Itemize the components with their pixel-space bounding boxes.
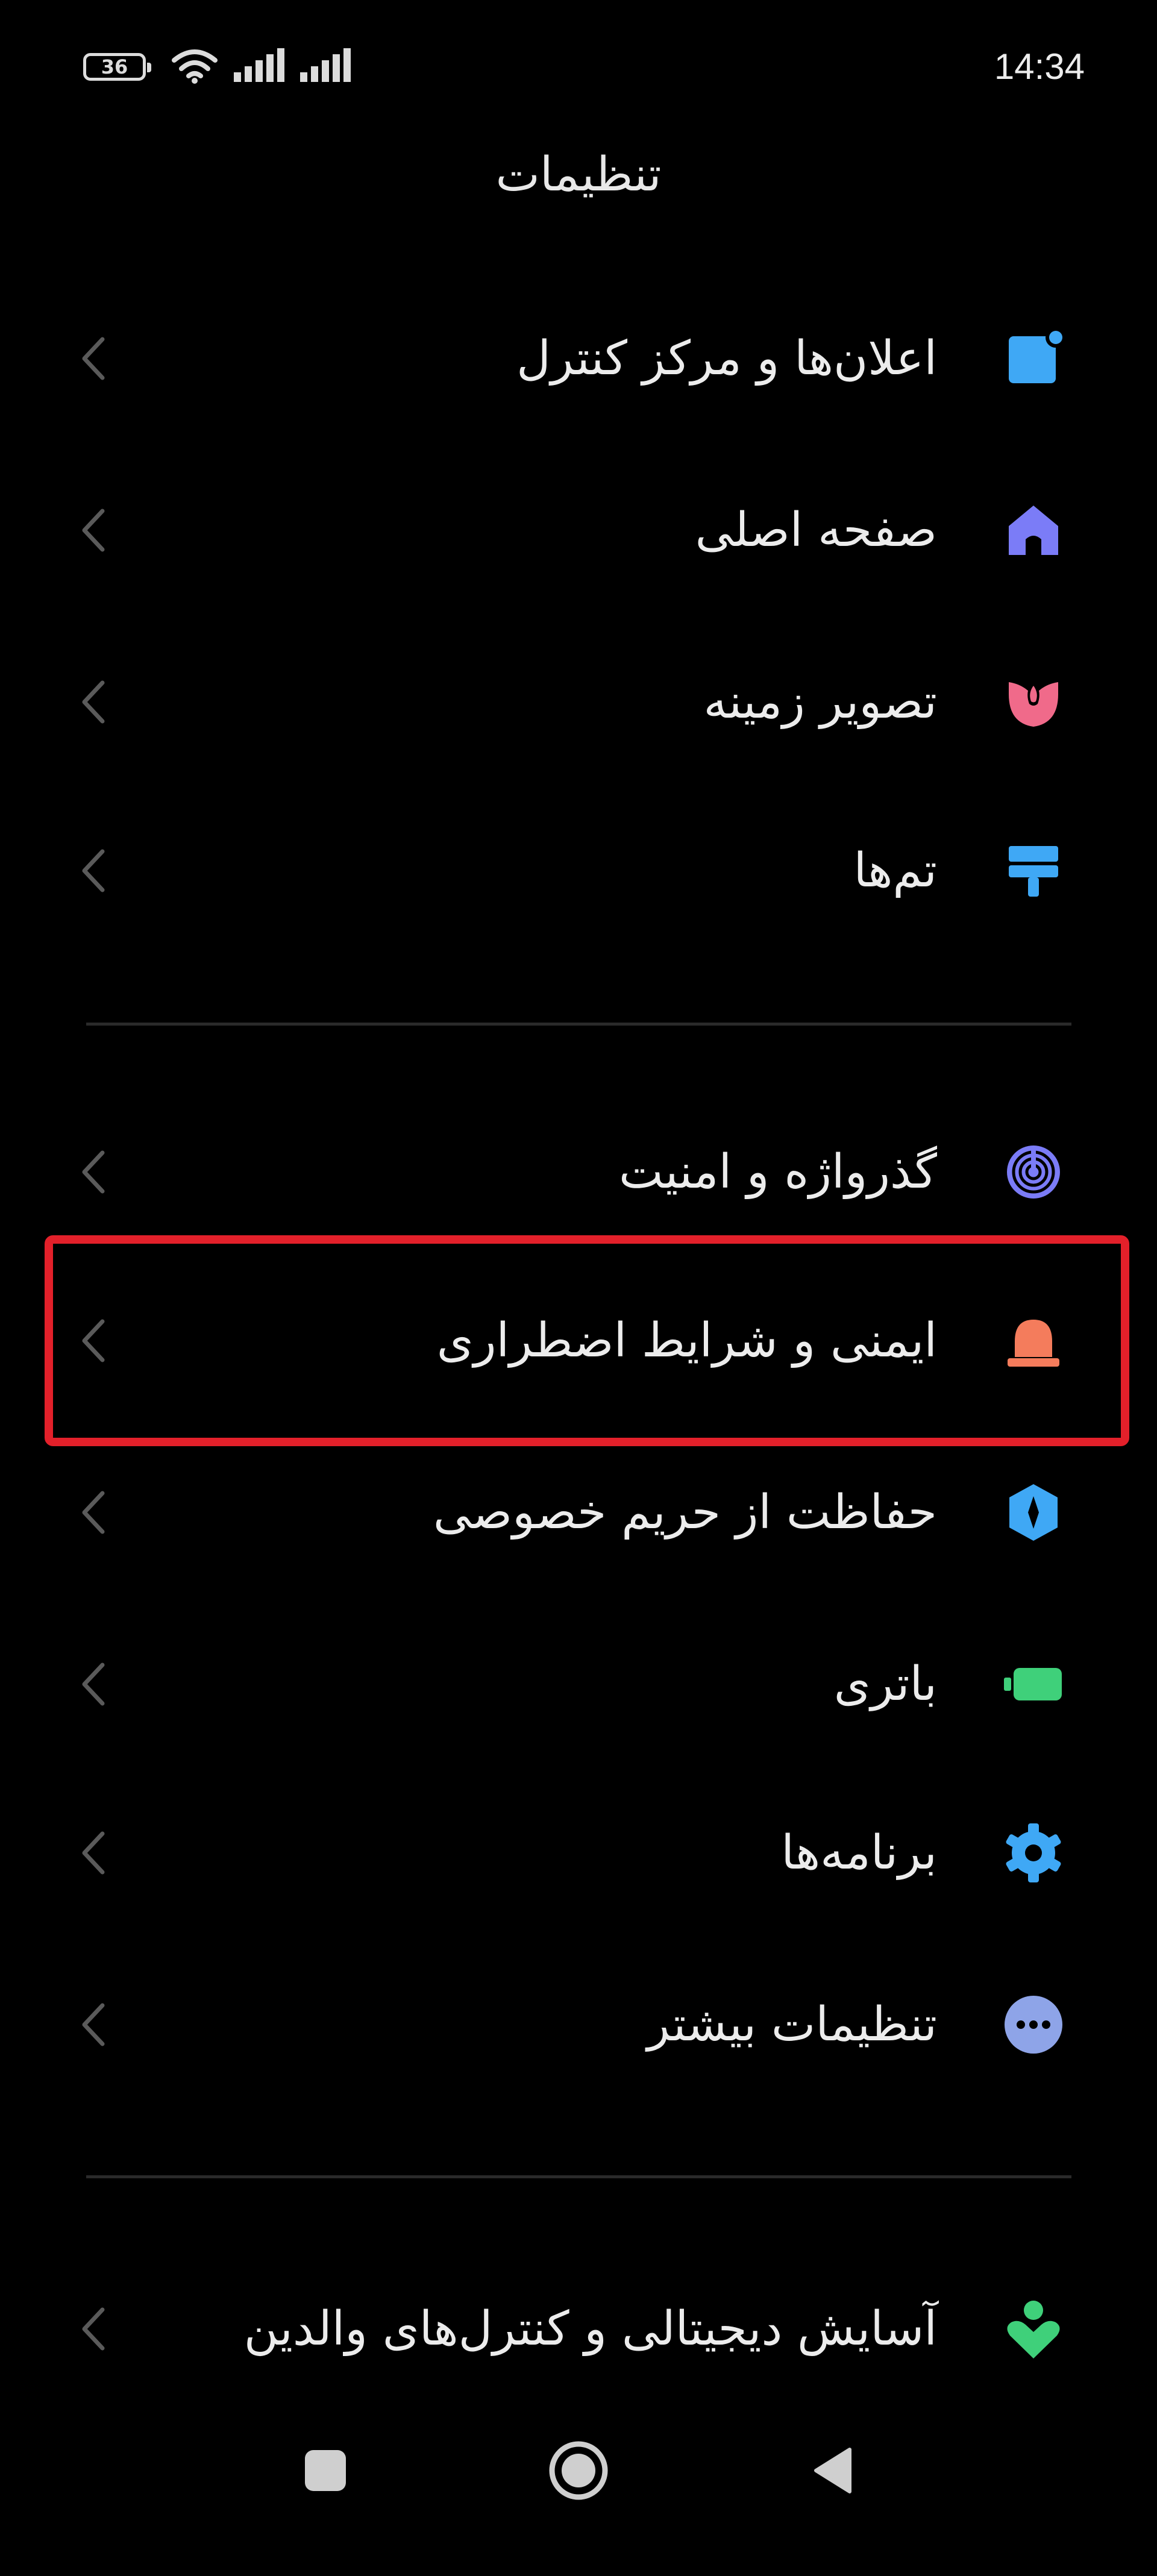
settings-item-battery[interactable]: باتری <box>0 1624 1157 1744</box>
home-button[interactable] <box>539 2431 618 2510</box>
status-bar: 36 14:34 <box>0 0 1157 133</box>
square-icon <box>305 2450 346 2491</box>
chevron-left-icon <box>82 1491 105 1534</box>
privacy-shield-icon <box>1000 1479 1067 1546</box>
signal-strength-icon <box>300 48 351 82</box>
home-icon <box>1000 497 1067 563</box>
chevron-left-icon <box>82 2307 105 2351</box>
circle-home-icon <box>549 2441 608 2500</box>
settings-item-label: صفحه اصلی <box>695 503 937 557</box>
chevron-left-icon <box>82 1150 105 1194</box>
settings-item-home-screen[interactable]: صفحه اصلی <box>0 470 1157 591</box>
navigation-bar <box>0 2374 1157 2573</box>
settings-item-label: باتری <box>833 1657 937 1711</box>
settings-item-apps[interactable]: برنامه‌ها <box>0 1793 1157 1913</box>
recent-apps-button[interactable] <box>286 2431 365 2510</box>
more-dots-icon <box>1000 1992 1067 2058</box>
battery-icon <box>1000 1651 1067 1717</box>
highlight-box <box>45 1235 1129 1446</box>
chevron-left-icon <box>82 1662 105 1706</box>
gear-icon <box>1000 1820 1067 1886</box>
status-time: 14:34 <box>994 46 1085 87</box>
section-divider <box>86 1023 1071 1026</box>
battery-level: 36 <box>101 55 128 78</box>
back-triangle-icon <box>814 2448 851 2493</box>
settings-item-themes[interactable]: تم‌ها <box>0 810 1157 931</box>
settings-item-passwords-security[interactable]: گذرواژه و امنیت <box>0 1112 1157 1232</box>
settings-item-label: تصویر زمینه <box>703 675 937 729</box>
flower-icon <box>1000 669 1067 735</box>
settings-item-privacy-protection[interactable]: حفاظت از حریم خصوصی <box>0 1452 1157 1573</box>
wifi-icon <box>172 49 218 84</box>
settings-item-label: آسایش دیجیتالی و کنترل‌های والدین <box>243 2302 937 2356</box>
chevron-left-icon <box>82 680 105 724</box>
chevron-left-icon <box>82 849 105 892</box>
settings-item-additional-settings[interactable]: تنظیمات بیشتر <box>0 1964 1157 2085</box>
page-title: تنظیمات <box>495 148 662 202</box>
fingerprint-icon <box>1000 1139 1067 1205</box>
chevron-left-icon <box>82 337 105 380</box>
section-divider <box>86 2175 1071 2178</box>
settings-item-label: گذرواژه و امنیت <box>619 1145 937 1199</box>
battery-status-icon: 36 <box>83 53 151 81</box>
settings-item-label: تم‌ها <box>853 844 937 898</box>
chevron-left-icon <box>82 509 105 552</box>
digital-wellbeing-icon <box>1000 2296 1067 2362</box>
settings-item-digital-wellbeing[interactable]: آسایش دیجیتالی و کنترل‌های والدین <box>0 2269 1157 2389</box>
back-button[interactable] <box>795 2431 874 2510</box>
chevron-left-icon <box>82 1831 105 1875</box>
settings-item-wallpaper[interactable]: تصویر زمینه <box>0 642 1157 762</box>
settings-item-label: تنظیمات بیشتر <box>647 1998 937 2052</box>
settings-item-label: برنامه‌ها <box>781 1826 937 1880</box>
chevron-left-icon <box>82 2003 105 2046</box>
signal-strength-icon <box>234 48 284 82</box>
notification-icon <box>1000 325 1067 392</box>
settings-item-notifications[interactable]: اعلان‌ها و مرکز کنترل <box>0 298 1157 419</box>
settings-item-label: اعلان‌ها و مرکز کنترل <box>516 331 937 386</box>
paint-brush-icon <box>1000 838 1067 904</box>
settings-item-label: حفاظت از حریم خصوصی <box>433 1485 937 1540</box>
